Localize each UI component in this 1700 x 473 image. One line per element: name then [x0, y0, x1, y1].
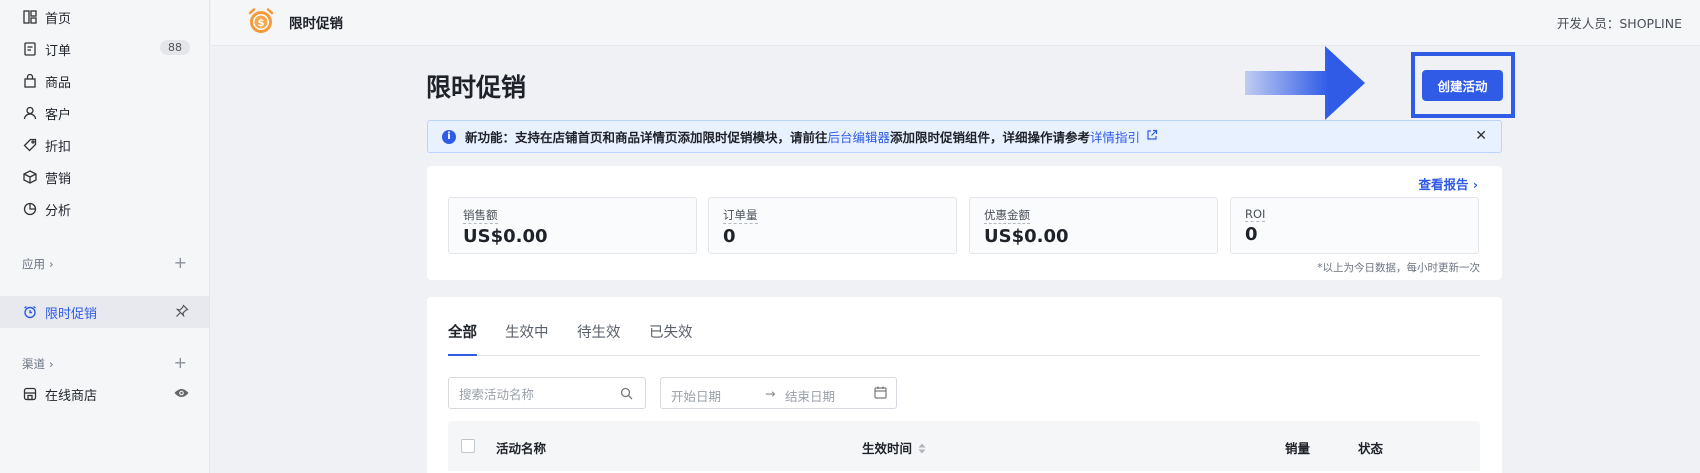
status-tabs: 全部 生效中 待生效 已失效	[448, 321, 1480, 356]
column-header-time[interactable]: 生效时间	[862, 438, 926, 457]
stat-discount: 优惠金额 US$0.00	[969, 197, 1218, 254]
sidebar-item-customers[interactable]: 客户	[0, 98, 209, 128]
order-icon	[22, 41, 38, 57]
top-bar: $ 限时促销 开发人员：SHOPLINE	[211, 0, 1700, 46]
tab-active[interactable]: 生效中	[505, 321, 549, 356]
stat-value: US$0.00	[463, 226, 548, 247]
sidebar-item-analytics[interactable]: 分析	[0, 194, 209, 224]
stat-value: 0	[1245, 224, 1258, 245]
alarm-clock-icon	[22, 304, 38, 320]
sidebar-item-label: 限时促销	[45, 306, 98, 322]
svg-text:$: $	[258, 18, 265, 29]
sidebar-item-label: 客户	[45, 107, 72, 123]
stat-roi: ROI 0	[1230, 197, 1479, 254]
sidebar-item-home[interactable]: 首页	[0, 2, 209, 32]
eye-icon[interactable]	[174, 387, 189, 403]
column-header-sales: 销量	[1285, 441, 1311, 456]
tab-expired[interactable]: 已失效	[649, 321, 693, 356]
search-input[interactable]: 搜索活动名称	[448, 377, 646, 409]
editor-link[interactable]: 后台编辑器	[828, 127, 891, 146]
sidebar-item-label: 在线商店	[45, 388, 98, 404]
arrow-right-icon: →	[765, 386, 776, 401]
select-all-checkbox[interactable]	[461, 439, 475, 453]
pin-icon[interactable]	[175, 304, 189, 322]
notice-text: 新功能：支持在店铺首页和商品详情页添加限时促销模块，请前往	[465, 130, 828, 145]
start-date-input[interactable]: 开始日期	[671, 386, 721, 405]
table-header: 活动名称 生效时间 销量 状态	[448, 421, 1480, 471]
alarm-clock-logo-icon: $	[247, 7, 275, 35]
stat-orders: 订单量 0	[708, 197, 957, 254]
order-count-badge: 88	[160, 40, 190, 55]
store-icon	[22, 386, 38, 402]
stat-label: 销售额	[463, 208, 498, 224]
sidebar-item-label: 首页	[45, 11, 72, 27]
stat-value: US$0.00	[984, 226, 1069, 247]
sidebar: 首页 订单 88 商品 客户 折扣 营销 分析 应用 › + 限时促销 渠道 › +…	[0, 0, 210, 473]
stat-label: ROI	[1245, 207, 1266, 222]
tab-pending[interactable]: 待生效	[577, 321, 621, 356]
close-icon[interactable]: ✕	[1475, 128, 1487, 144]
sidebar-item-label: 折扣	[45, 139, 72, 155]
notice-text-middle: 添加限时促销组件，详细操作请参考	[890, 130, 1091, 145]
tag-icon	[22, 137, 38, 153]
guide-link[interactable]: 详情指引	[1090, 127, 1140, 146]
search-icon	[620, 387, 633, 403]
sidebar-item-marketing[interactable]: 营销	[0, 162, 209, 192]
stat-label: 订单量	[723, 208, 758, 224]
stat-sales: 销售额 US$0.00	[448, 197, 697, 254]
sidebar-item-label: 订单	[45, 43, 72, 59]
sidebar-item-orders[interactable]: 订单 88	[0, 34, 209, 64]
app-title: 限时促销	[289, 16, 343, 32]
page-title: 限时促销	[426, 73, 527, 102]
chevron-right-icon: ›	[1472, 177, 1478, 192]
box-icon	[22, 169, 38, 185]
stats-note: *以上为今日数据，每小时更新一次	[1317, 262, 1480, 274]
external-link-icon[interactable]	[1146, 129, 1158, 144]
date-range-picker[interactable]: 开始日期 → 结束日期	[660, 377, 897, 409]
add-channel-plus-icon[interactable]: +	[174, 353, 187, 372]
info-icon: i	[442, 129, 456, 144]
developer-label: 开发人员：SHOPLINE	[1556, 16, 1682, 31]
column-header-status: 状态	[1358, 441, 1384, 456]
view-report-link[interactable]: 查看报告 ›	[1418, 174, 1478, 193]
sidebar-item-label: 营销	[45, 171, 72, 187]
end-date-input[interactable]: 结束日期	[785, 386, 835, 405]
calendar-icon	[874, 386, 887, 402]
pie-icon	[22, 201, 38, 217]
add-app-plus-icon[interactable]: +	[174, 253, 187, 272]
sidebar-item-products[interactable]: 商品	[0, 66, 209, 96]
column-header-name: 活动名称	[496, 441, 547, 456]
feature-notice: i 新功能：支持在店铺首页和商品详情页添加限时促销模块，请前往 后台编辑器 添加…	[427, 120, 1502, 153]
sidebar-item-label: 分析	[45, 203, 72, 219]
chevron-right-icon: ›	[49, 257, 54, 271]
bag-icon	[22, 73, 38, 89]
create-campaign-button[interactable]: 创建活动	[1422, 70, 1503, 101]
user-icon	[22, 105, 38, 121]
stat-label: 优惠金额	[984, 208, 1030, 224]
stats-card: 查看报告 › 销售额 US$0.00 订单量 0 优惠金额 US$0.00 RO…	[427, 166, 1502, 280]
sidebar-item-label: 商品	[45, 75, 72, 91]
tab-all[interactable]: 全部	[448, 321, 477, 356]
arrow-right-icon	[1245, 46, 1365, 120]
sidebar-item-discounts[interactable]: 折扣	[0, 130, 209, 160]
sidebar-item-online-store[interactable]: 在线商店	[0, 379, 209, 409]
stat-value: 0	[723, 226, 736, 247]
sidebar-item-flash-sale[interactable]: 限时促销	[0, 296, 209, 328]
campaign-list-card: 全部 生效中 待生效 已失效 搜索活动名称 开始日期 → 结束日期 活动名称 生…	[427, 297, 1502, 473]
chevron-right-icon: ›	[49, 357, 54, 371]
search-placeholder: 搜索活动名称	[459, 386, 535, 402]
apps-section-title[interactable]: 应用 ›	[22, 256, 54, 272]
dashboard-icon	[22, 9, 38, 25]
channels-section-title[interactable]: 渠道 ›	[22, 356, 54, 372]
sort-icon[interactable]	[918, 442, 926, 457]
